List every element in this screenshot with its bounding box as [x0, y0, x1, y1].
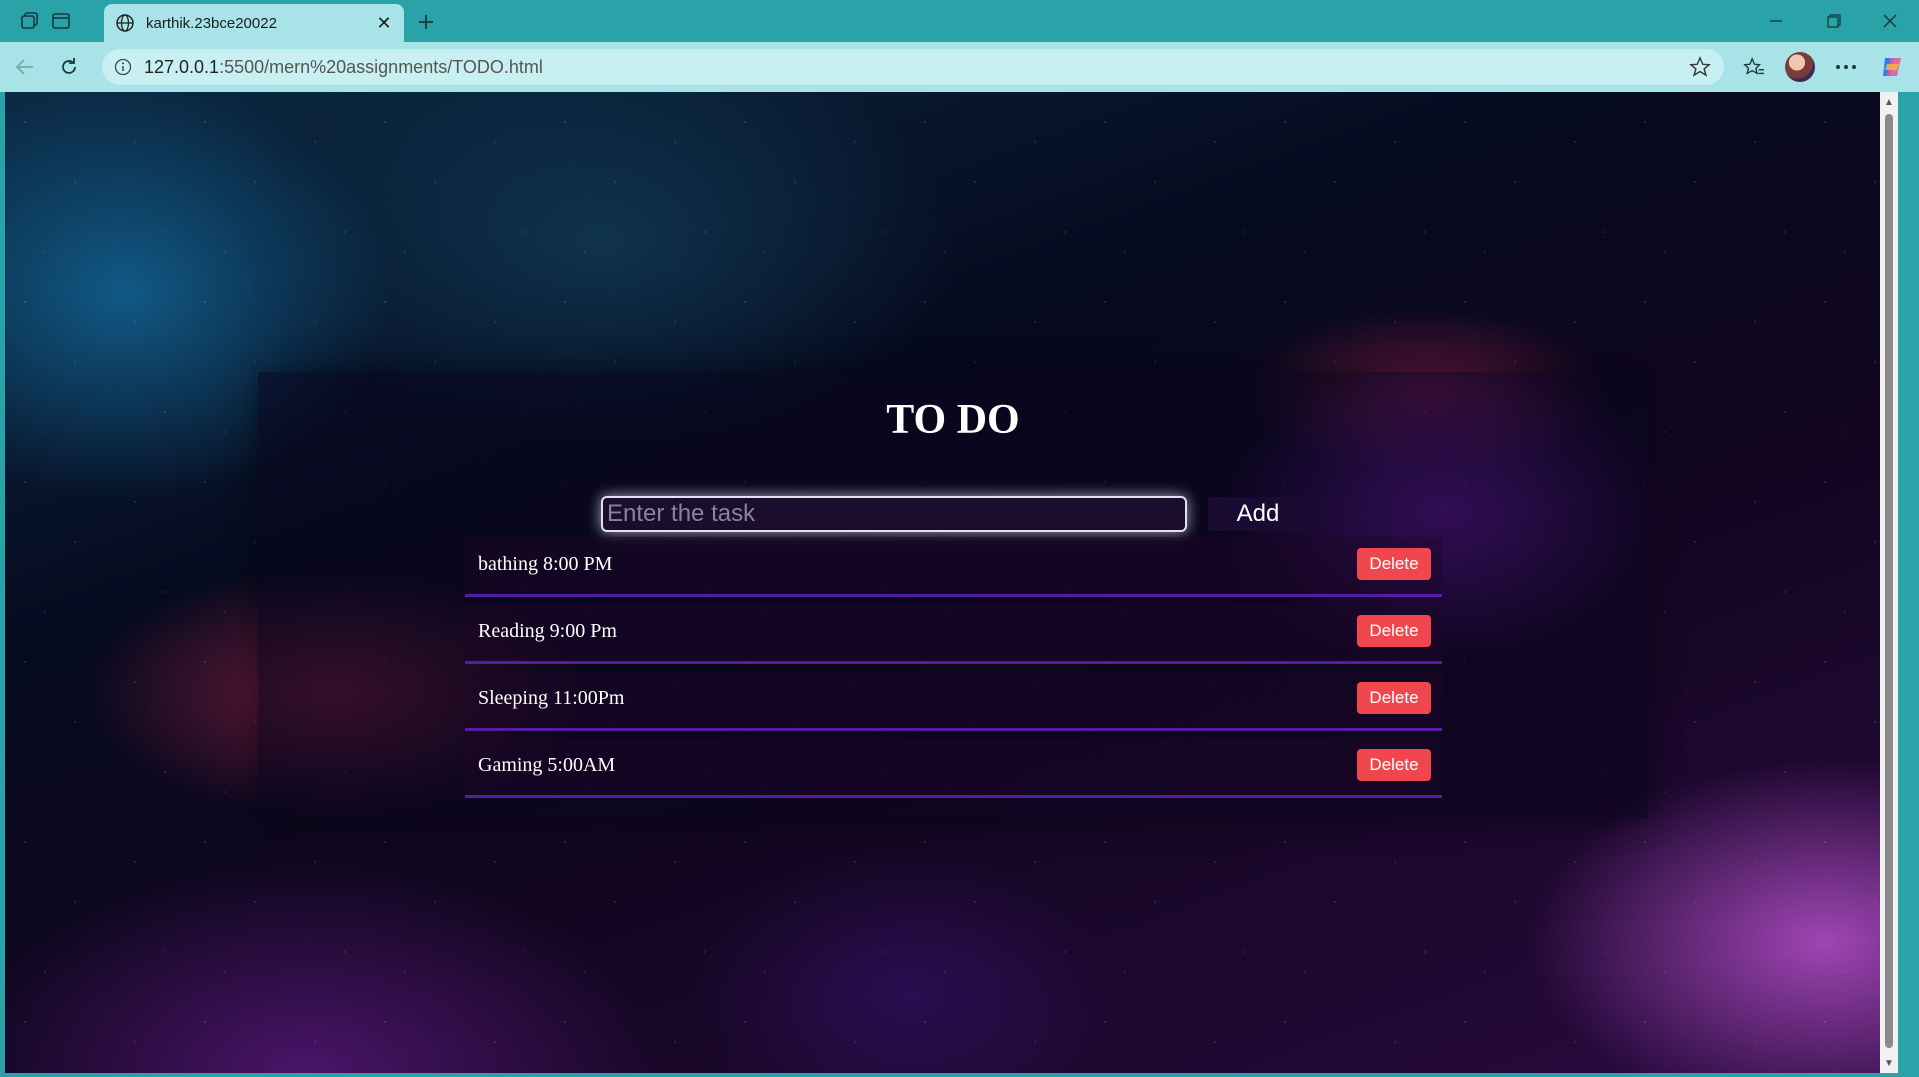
task-input[interactable] [601, 496, 1187, 532]
url-host: 127.0.0.1 [144, 56, 220, 77]
copilot-icon[interactable] [1876, 51, 1908, 83]
task-text: bathing 8:00 PM [478, 553, 613, 575]
minimize-icon[interactable] [1756, 6, 1796, 36]
close-window-icon[interactable] [1870, 6, 1910, 36]
favorites-icon[interactable] [1738, 51, 1770, 83]
vertical-scrollbar[interactable]: ▲ ▼ [1880, 92, 1898, 1073]
globe-icon [114, 12, 136, 34]
back-arrow-icon[interactable] [9, 51, 41, 83]
task-text: Sleeping 11:00Pm [478, 687, 625, 709]
browser-tab-strip: karthik.23bce20022 ✕ [0, 0, 1919, 42]
delete-button[interactable]: Delete [1357, 548, 1431, 580]
browser-toolbar: 127.0.0.1:5500/mern%20assignments/TODO.h… [0, 42, 1919, 92]
page-viewport: TO DO Add bathing 8:00 PM Delete Reading… [5, 92, 1898, 1073]
workspaces-icon[interactable] [17, 8, 43, 34]
favorite-star-icon[interactable] [1686, 53, 1714, 81]
task-list: bathing 8:00 PM Delete Reading 9:00 Pm D… [465, 537, 1442, 805]
active-tab[interactable]: karthik.23bce20022 ✕ [104, 4, 404, 42]
vertical-tabs-icon[interactable] [48, 8, 74, 34]
restore-icon[interactable] [1814, 6, 1854, 36]
url-path: :5500/mern%20assignments/TODO.html [219, 56, 543, 77]
delete-button[interactable]: Delete [1357, 682, 1431, 714]
scroll-down-arrow-icon[interactable]: ▼ [1883, 1057, 1895, 1069]
todo-card: TO DO Add bathing 8:00 PM Delete Reading… [258, 372, 1648, 818]
task-text: Reading 9:00 Pm [478, 620, 617, 642]
more-options-icon[interactable] [1830, 51, 1862, 83]
reload-icon[interactable] [53, 51, 85, 83]
task-item: Reading 9:00 Pm Delete [465, 604, 1442, 664]
site-info-icon[interactable] [112, 56, 134, 78]
profile-avatar[interactable] [1785, 52, 1815, 82]
close-tab-icon[interactable]: ✕ [372, 11, 396, 35]
tab-title: karthik.23bce20022 [146, 14, 277, 32]
address-bar[interactable]: 127.0.0.1:5500/mern%20assignments/TODO.h… [102, 49, 1724, 85]
task-text: Gaming 5:00AM [478, 754, 616, 776]
scrollbar-thumb[interactable] [1885, 114, 1893, 1048]
task-item: bathing 8:00 PM Delete [465, 537, 1442, 597]
add-button[interactable]: Add [1208, 497, 1308, 531]
task-item: Gaming 5:00AM Delete [465, 738, 1442, 798]
delete-button[interactable]: Delete [1357, 615, 1431, 647]
url-text: 127.0.0.1:5500/mern%20assignments/TODO.h… [144, 57, 1686, 78]
task-item: Sleeping 11:00Pm Delete [465, 671, 1442, 731]
scroll-up-arrow-icon[interactable]: ▲ [1883, 96, 1895, 108]
page-title: TO DO [886, 397, 1020, 443]
delete-button[interactable]: Delete [1357, 749, 1431, 781]
new-tab-icon[interactable] [412, 8, 440, 36]
